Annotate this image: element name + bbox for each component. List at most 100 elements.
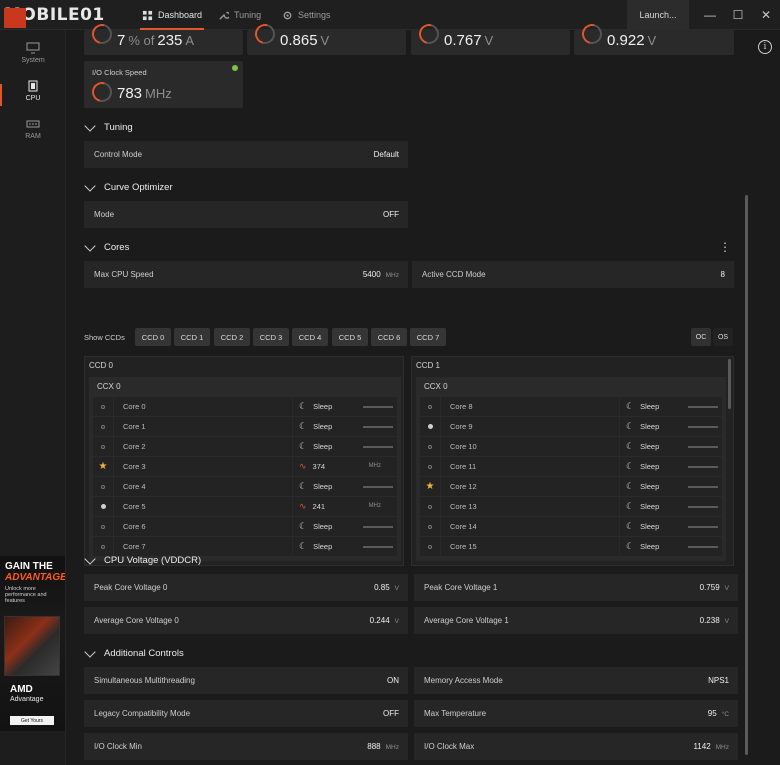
average-core-voltage-1-row: Average Core Voltage 1 0.238 V	[414, 607, 738, 634]
core-state: ☾ Sleep	[293, 437, 397, 456]
show-ccds-label: Show CCDs	[84, 333, 125, 342]
core-indicator	[420, 437, 440, 456]
active-ccd-mode-row[interactable]: Active CCD Mode 8	[412, 261, 734, 288]
tab-label: Dashboard	[158, 10, 203, 20]
cores-section-header[interactable]: Cores	[84, 239, 130, 253]
ccd-7-button[interactable]: CCD 7	[410, 328, 446, 346]
core-row[interactable]: Core 14 ☾ Sleep	[420, 517, 722, 536]
core-row[interactable]: Core 0 ☾ Sleep	[93, 397, 397, 416]
os-button[interactable]: OS	[713, 328, 733, 346]
io-clock-min-row[interactable]: I/O Clock Min 888 MHz	[84, 733, 408, 760]
core-row[interactable]: Core 10 ☾ Sleep	[420, 437, 722, 456]
core-name: Core 12	[441, 477, 619, 496]
core-name: Core 14	[441, 517, 619, 536]
control-mode-row[interactable]: Control Mode Default	[84, 141, 408, 168]
row-label: Control Mode	[94, 150, 143, 159]
unit: V	[320, 33, 330, 48]
core-row[interactable]: Core 15 ☾ Sleep	[420, 537, 722, 556]
core-state: ∿ 241 MHz	[293, 497, 397, 516]
cpu-voltage-section-header[interactable]: CPU Voltage (VDDCR)	[84, 552, 201, 566]
ccx-0-panel: CCX 0 Core 8 ☾ Sleep Core 9 ☾ Sleep Core 10 ☾ Sl…	[416, 377, 726, 561]
core-row[interactable]: Core 2 ☾ Sleep	[93, 437, 397, 456]
moon-icon: ☾	[299, 541, 308, 551]
section-title: Additional Controls	[104, 648, 184, 659]
launch-button[interactable]: Launch...	[627, 0, 689, 30]
core-state-value: Sleep	[640, 442, 660, 451]
core-row[interactable]: Core 8 ☾ Sleep	[420, 397, 722, 416]
core-row[interactable]: Core 6 ☾ Sleep	[93, 517, 397, 536]
close-button[interactable]: ✕	[750, 0, 780, 30]
curve-optimizer-section-header[interactable]: Curve Optimizer	[84, 179, 173, 193]
core-row[interactable]: Core 9 ☾ Sleep	[420, 417, 722, 436]
additional-controls-section-header[interactable]: Additional Controls	[84, 645, 184, 659]
memory-access-mode-row[interactable]: Memory Access Mode NPS1	[414, 667, 738, 694]
ccd-5-button[interactable]: CCD 5	[332, 328, 368, 346]
oc-button[interactable]: OC	[691, 328, 711, 346]
star-icon: ★	[98, 461, 108, 472]
sidebar-item-cpu[interactable]: CPU	[0, 80, 66, 106]
core-row[interactable]: ★ Core 12 ☾ Sleep	[420, 477, 722, 496]
voltage-gauge-card: 0.922 V	[574, 20, 734, 55]
io-clock-max-row[interactable]: I/O Clock Max 1142 MHz	[414, 733, 738, 760]
core-state-value: 374	[312, 462, 326, 471]
ccd-3-button[interactable]: CCD 3	[253, 328, 289, 346]
ccd-1-button[interactable]: CCD 1	[174, 328, 210, 346]
current-gauge-value: 7 % of 235 A	[117, 32, 194, 49]
max-temperature-row[interactable]: Max Temperature 95 °C	[414, 700, 738, 727]
core-row[interactable]: Core 7 ☾ Sleep	[93, 537, 397, 556]
moon-icon: ☾	[626, 401, 635, 411]
legacy-compat-row[interactable]: Legacy Compatibility Mode OFF	[84, 700, 408, 727]
ccd-6-button[interactable]: CCD 6	[371, 328, 407, 346]
core-row[interactable]: Core 4 ☾ Sleep	[93, 477, 397, 496]
promo-brand-sub: Advantage	[10, 696, 44, 703]
row-value: NPS1	[708, 676, 729, 685]
tuning-section-header[interactable]: Tuning	[84, 119, 133, 133]
promo-button[interactable]: Get Yours	[10, 716, 54, 725]
tab-dashboard[interactable]: Dashboard	[140, 0, 204, 30]
core-row[interactable]: Core 11 ☾ Sleep	[420, 457, 722, 476]
ccd-0-button[interactable]: CCD 0	[135, 328, 171, 346]
moon-icon: ☾	[299, 421, 308, 431]
current-gauge-card: 7 % of 235 A	[84, 20, 243, 55]
smt-row[interactable]: Simultaneous Multithreading ON	[84, 667, 408, 694]
core-state-value: Sleep	[640, 422, 660, 431]
more-options-icon[interactable]: ⋮	[719, 240, 731, 254]
core-row[interactable]: ★ Core 3 ∿ 374 MHz	[93, 457, 397, 476]
core-name: Core 0	[114, 397, 292, 416]
scrollbar[interactable]	[728, 359, 731, 409]
promo-banner[interactable]: GAIN THE ADVANTAGE Unlock more performan…	[0, 556, 65, 731]
value: 0.767	[444, 32, 482, 49]
core-indicator	[93, 537, 113, 556]
core-row[interactable]: Core 13 ☾ Sleep	[420, 497, 722, 516]
peak-core-voltage-1-row: Peak Core Voltage 1 0.759 V	[414, 574, 738, 601]
core-row[interactable]: Core 5 ∿ 241 MHz	[93, 497, 397, 516]
sidebar-item-label: System	[21, 57, 45, 64]
section-title: Cores	[104, 242, 130, 253]
core-indicator	[93, 477, 113, 496]
moon-icon: ☾	[626, 521, 635, 531]
logo-mark	[4, 8, 26, 28]
core-state: ☾ Sleep	[293, 537, 397, 556]
unit: V	[724, 585, 729, 592]
sidebar-item-system[interactable]: System	[0, 42, 66, 64]
max-value: 235	[157, 32, 183, 49]
unit: V	[394, 618, 399, 625]
info-icon[interactable]: i	[758, 40, 772, 54]
unit: V	[484, 33, 494, 48]
core-indicator	[93, 397, 113, 416]
voltage-gauge-value: 0.767 V	[444, 32, 493, 49]
main-scrollbar[interactable]	[745, 195, 748, 755]
main-content: 7 % of 235 A 0.865 V 0.767 V 0.922 V I/O…	[66, 20, 756, 765]
ccd-0-panel: CCD 0 CCX 0 Core 0 ☾ Sleep Core 1 ☾ Sleep Core…	[84, 356, 404, 566]
activity-bar	[688, 406, 718, 408]
core-row[interactable]: Core 1 ☾ Sleep	[93, 417, 397, 436]
core-state-value: Sleep	[640, 522, 660, 531]
ccd-2-button[interactable]: CCD 2	[214, 328, 250, 346]
core-state-value: Sleep	[640, 502, 660, 511]
sidebar-item-ram[interactable]: RAM	[0, 118, 66, 140]
tab-settings[interactable]: Settings	[282, 0, 332, 30]
curve-mode-row[interactable]: Mode OFF	[84, 201, 408, 228]
ccd-4-button[interactable]: CCD 4	[292, 328, 328, 346]
row-value: 0.85 V	[374, 583, 399, 592]
value: ON	[387, 676, 399, 685]
